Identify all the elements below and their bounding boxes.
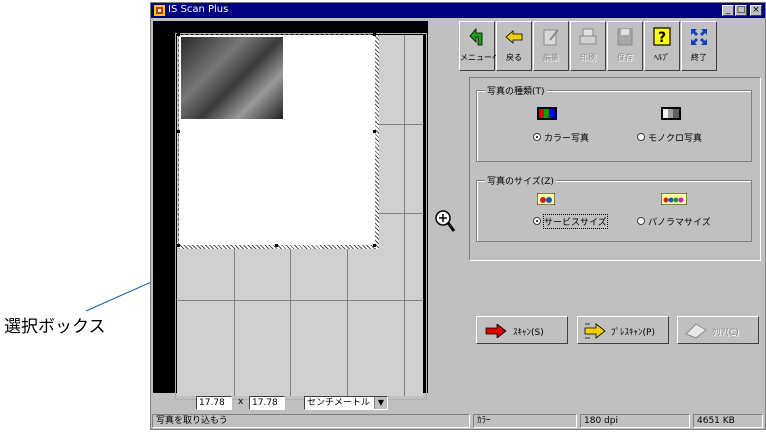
svg-text:?: ? xyxy=(658,30,666,46)
window-title: IS Scan Plus xyxy=(168,4,229,15)
title-bar: IS Scan Plus _ □ × xyxy=(151,3,765,18)
menu-button-label: メニューへ xyxy=(460,53,500,62)
edit-button-label: 編集 xyxy=(543,53,559,62)
color-photo-radio[interactable] xyxy=(533,133,541,141)
edit-icon xyxy=(543,29,559,46)
help-button[interactable]: ? ﾍﾙﾌﾟ xyxy=(644,21,680,71)
back-button-label: 戻る xyxy=(506,53,522,62)
unit-select[interactable]: センチメートル ▼ xyxy=(304,396,388,410)
print-icon xyxy=(579,28,597,45)
status-resolution: 180 dpi xyxy=(580,414,690,428)
clear-button-label: ｸﾘｱ(C) xyxy=(712,328,739,338)
prescan-button-label: ﾌﾟﾚｽｷｬﾝ(P) xyxy=(611,328,655,338)
scan-button[interactable]: ｽｷｬﾝ(S) xyxy=(476,316,568,344)
print-button[interactable]: 印刷 xyxy=(570,21,606,71)
photo-type-group: 写真の種類(T) カラー写真 モノクロ写真 xyxy=(476,84,752,162)
size-fields-row: 17.78 x 17.78 センチメートル ▼ xyxy=(151,393,451,413)
print-button-label: 印刷 xyxy=(580,53,596,62)
options-panel: 写真の種類(T) カラー写真 モノクロ写真 写真のサイズ(Z) サービスサイズ … xyxy=(469,77,761,261)
unit-select-value: センチメートル xyxy=(307,398,371,408)
panorama-size-label[interactable]: パノラマサイズ xyxy=(648,215,711,228)
minimize-button[interactable]: _ xyxy=(722,5,734,16)
service-size-icon xyxy=(537,193,555,205)
selection-box-right-edge[interactable] xyxy=(375,35,379,249)
prescan-arrow-icon xyxy=(584,323,606,339)
exit-button[interactable]: 終了 xyxy=(681,21,717,71)
help-button-label: ﾍﾙﾌﾟ xyxy=(654,53,670,62)
status-message: 写真を取り込もう xyxy=(152,414,470,428)
clear-button[interactable]: ｸﾘｱ(C) xyxy=(677,316,759,344)
photo-size-legend: 写真のサイズ(Z) xyxy=(485,174,556,187)
size-separator: x xyxy=(238,397,244,407)
mono-photo-radio[interactable] xyxy=(637,133,645,141)
toolbar: メニューへ 戻る 編集 印刷 保存 ? ﾍﾙﾌﾟ 終了 xyxy=(459,21,765,73)
selection-handle[interactable] xyxy=(177,33,180,36)
save-button-label: 保存 xyxy=(617,53,633,62)
service-size-radio[interactable] xyxy=(533,217,541,225)
save-button[interactable]: 保存 xyxy=(607,21,643,71)
prescan-button[interactable]: ﾌﾟﾚｽｷｬﾝ(P) xyxy=(577,316,669,344)
selection-handle[interactable] xyxy=(275,244,278,247)
back-arrow-icon xyxy=(505,30,523,44)
edit-button[interactable]: 編集 xyxy=(533,21,569,71)
panorama-size-icon xyxy=(661,193,687,205)
scan-preview-area xyxy=(153,21,428,400)
status-color-mode: ｶﾗｰ xyxy=(473,414,577,428)
selection-handle[interactable] xyxy=(177,130,180,133)
scanned-photo-thumbnail xyxy=(181,37,283,119)
app-icon xyxy=(154,5,165,16)
service-size-label[interactable]: サービスサイズ xyxy=(543,214,608,229)
height-input[interactable]: 17.78 xyxy=(249,396,285,410)
photo-type-legend: 写真の種類(T) xyxy=(485,84,547,97)
exit-button-label: 終了 xyxy=(691,53,707,62)
width-input[interactable]: 17.78 xyxy=(196,396,232,410)
chevron-down-icon[interactable]: ▼ xyxy=(374,397,387,409)
mono-photo-label[interactable]: モノクロ写真 xyxy=(648,131,702,144)
selection-handle[interactable] xyxy=(177,244,180,247)
photo-size-group: 写真のサイズ(Z) サービスサイズ パノラマサイズ xyxy=(476,174,752,242)
selection-handle[interactable] xyxy=(373,33,376,36)
menu-button[interactable]: メニューへ xyxy=(459,21,500,71)
maximize-button[interactable]: □ xyxy=(735,5,747,16)
eraser-icon xyxy=(685,323,707,339)
mono-photo-icon xyxy=(661,107,681,120)
app-window: IS Scan Plus _ □ × 17.78 x 17.78 センチメートル… xyxy=(150,2,766,430)
scan-button-label: ｽｷｬﾝ(S) xyxy=(513,328,544,338)
selection-handle[interactable] xyxy=(373,130,376,133)
save-icon xyxy=(617,28,633,46)
back-to-menu-icon xyxy=(469,27,483,46)
back-button[interactable]: 戻る xyxy=(496,21,532,71)
close-button[interactable]: × xyxy=(750,5,762,16)
zoom-in-icon[interactable] xyxy=(434,209,456,235)
help-icon: ? xyxy=(653,27,671,46)
status-bar: 写真を取り込もう ｶﾗｰ 180 dpi 4651 KB xyxy=(151,413,765,429)
color-photo-icon xyxy=(537,107,557,120)
panorama-size-radio[interactable] xyxy=(637,217,645,225)
color-photo-label[interactable]: カラー写真 xyxy=(544,131,589,144)
status-file-size: 4651 KB xyxy=(693,414,763,428)
selection-handle[interactable] xyxy=(373,244,376,247)
scan-arrow-icon xyxy=(485,324,507,338)
exit-icon xyxy=(691,29,707,45)
